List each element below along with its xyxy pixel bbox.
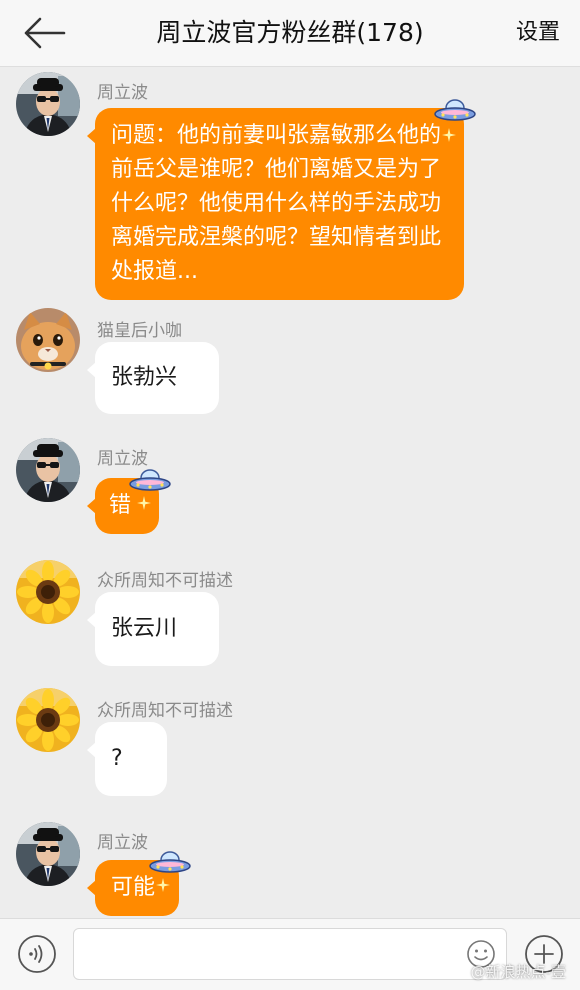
ufo-icon: [148, 848, 192, 878]
man-sunglasses-avatar[interactable]: [16, 72, 80, 136]
sender-name: 众所周知不可描述: [97, 701, 233, 721]
message-bubble[interactable]: 张云川: [87, 592, 219, 666]
watermark: @新浪热点-壹: [470, 963, 566, 981]
settings-button[interactable]: 设置: [516, 0, 560, 66]
sunflower-avatar[interactable]: [16, 560, 80, 624]
message-bubble[interactable]: 张勃兴: [87, 342, 219, 414]
top-bar: 周立波官方粉丝群(178) 设置: [0, 0, 580, 67]
ufo-icon: [128, 466, 172, 496]
sparkle-icon: [137, 496, 151, 510]
message-text: 张云川: [111, 616, 178, 641]
message-input[interactable]: [73, 928, 507, 980]
message-text: 可能: [111, 875, 156, 900]
bubble-tail: [87, 498, 96, 514]
message-item: 周立波 问题：他的前妻叫张嘉敏那么他的前岳父是谁呢？他们离婚又是为了什么呢？他使…: [0, 72, 580, 300]
chat-title: 周立波官方粉丝群(178): [156, 18, 424, 47]
ufo-icon: [433, 96, 477, 126]
sparkle-icon: [156, 878, 170, 892]
message-item: 猫皇后小咖 张勃兴: [0, 308, 580, 418]
bubble-tail: [87, 362, 96, 378]
bubble-tail: [87, 612, 96, 628]
sunflower-avatar[interactable]: [16, 688, 80, 752]
voice-icon[interactable]: [17, 934, 57, 974]
sender-name: 周立波: [97, 833, 148, 853]
sender-name: 猫皇后小咖: [97, 321, 182, 341]
message-item: 周立波 可能: [0, 822, 580, 922]
message-item: 众所周知不可描述 ?: [0, 688, 580, 798]
bubble-tail: [87, 742, 96, 758]
bubble-tail: [87, 880, 96, 896]
bubble-tail: [87, 128, 96, 144]
message-text: 错: [109, 493, 132, 518]
man-sunglasses-avatar[interactable]: [16, 438, 80, 502]
message-text: 问题：他的前妻叫张嘉敏那么他的前岳父是谁呢？他们离婚又是为了什么呢？他使用什么样…: [111, 123, 442, 284]
sender-name: 众所周知不可描述: [97, 571, 233, 591]
man-sunglasses-avatar[interactable]: [16, 822, 80, 886]
sparkle-icon: [442, 128, 456, 142]
message-item: 众所周知不可描述 张云川: [0, 560, 580, 670]
message-bubble[interactable]: 问题：他的前妻叫张嘉敏那么他的前岳父是谁呢？他们离婚又是为了什么呢？他使用什么样…: [87, 108, 464, 300]
message-text: 张勃兴: [111, 365, 178, 390]
back-arrow-icon[interactable]: [20, 14, 68, 52]
message-text: ?: [111, 746, 123, 771]
message-bubble[interactable]: ?: [87, 722, 167, 796]
cat-avatar[interactable]: [16, 308, 80, 372]
message-item: 周立波 错: [0, 438, 580, 538]
sender-name: 周立波: [97, 83, 148, 103]
